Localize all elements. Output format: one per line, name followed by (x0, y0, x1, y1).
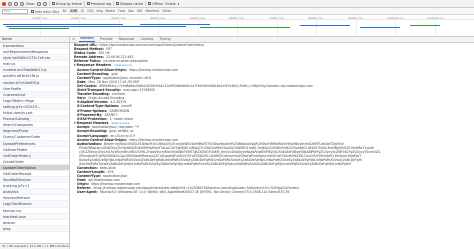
timeline-bar (200, 27, 290, 29)
request-list: transactions unitReplacementResponse style… (0, 43, 69, 232)
view-label: View: (26, 1, 35, 6)
timeline-bar (410, 25, 440, 27)
filter-bar: Filter Hide data URLs All XHR JS CSS Img Medi… (0, 8, 474, 15)
chevron-down-icon: ▾ (177, 1, 180, 6)
toolbar-divider (83, 1, 85, 6)
timeline-gridline (277, 15, 278, 36)
tab-preview[interactable]: Preview (99, 37, 114, 42)
header-value: Mozilla/5.0 (Windows NT 10.0; Win64; x64… (99, 190, 290, 195)
view-source-link[interactable]: view source (114, 63, 132, 67)
triangle-down-icon: ▾ (74, 120, 76, 125)
type-filter-doc[interactable]: Doc (128, 9, 134, 13)
type-filter-img[interactable]: Img (96, 9, 102, 13)
hide-data-urls-checkbox[interactable]: Hide data URLs (31, 9, 59, 14)
type-filter-manifest[interactable]: Manifest (145, 9, 159, 13)
header-value: https://api.mastercaqe.com/services/api/… (99, 43, 205, 47)
type-filter-ws[interactable]: WS (137, 9, 142, 13)
type-filter-font[interactable]: Font (118, 9, 125, 13)
type-filter-css[interactable]: CSS (87, 9, 93, 13)
record-icon[interactable] (2, 1, 6, 6)
toolbar-divider (145, 1, 147, 6)
timeline-overview[interactable]: 10000 ms 20000 ms 30000 ms 40000 ms 50000 ms… (0, 15, 474, 37)
triangle-down-icon: ▾ (74, 63, 76, 68)
timeline-bar (140, 24, 210, 26)
checkbox-icon (86, 2, 90, 5)
throttling-select[interactable]: Online (165, 2, 176, 6)
timeline-gridline (395, 15, 396, 36)
type-filter-js[interactable]: JS (81, 9, 84, 13)
checkbox-icon (116, 2, 120, 5)
type-filter-media[interactable]: Media (106, 9, 116, 13)
offline-checkbox[interactable]: Offline (148, 1, 163, 6)
checkbox-icon (148, 2, 152, 5)
tab-headers[interactable]: Headers (79, 37, 95, 42)
header-value: https://frontop.mastercaqe.com (128, 68, 179, 73)
header-value: gzip, deflate, br (109, 129, 134, 134)
checkbox-icon (31, 9, 34, 13)
toolbar-divider (113, 1, 115, 6)
timeline-bar (300, 25, 350, 27)
request-header-row: User-Agent: Mozilla/5.0 (Windows NT 10.0;… (77, 190, 470, 194)
type-filter-all[interactable]: All (62, 9, 66, 13)
filter-icon[interactable] (14, 1, 18, 6)
timeline-gridline (356, 15, 357, 36)
headers-content: Request URL: https://api.mastercaqe.com/s… (70, 43, 474, 194)
filter-input[interactable]: Filter (2, 8, 28, 14)
request-list-panel: Name transactions unitReplacementResponse… (0, 37, 70, 249)
header-value: https://frontop.mastercaqe.com (128, 137, 179, 142)
header-value: 1; mode=block (109, 116, 134, 121)
header-value: nosniff (121, 104, 132, 109)
clear-icon[interactable] (8, 1, 12, 6)
timeline-gridline (198, 15, 199, 36)
response-headers-title: Response Headers (76, 63, 112, 68)
type-filter-group: All XHR JS CSS Img Media Font Doc WS Manifest Othe… (62, 9, 171, 13)
waterfall-view-icon[interactable] (42, 1, 47, 6)
type-filter-other[interactable]: Other (162, 9, 171, 13)
status-footer: 31 / 58 requests | 31.5 KB / 1.1 MB tran… (0, 243, 69, 249)
header-value: SAMEORIGIN (109, 108, 130, 113)
type-filter-xhr[interactable]: XHR (69, 9, 79, 13)
group-by-frame-label: Group by frame (55, 2, 82, 6)
header-value: JkLmNoPqRsTuVwXyZaBcDeFgHiJkLmNoPqRsTuVw… (79, 161, 352, 166)
checkbox-icon (51, 2, 55, 5)
preserve-log-checkbox[interactable]: Preserve log (86, 1, 112, 6)
request-detail-panel: × Headers Preview Response Cookies Timing Re… (70, 37, 474, 249)
toolbar-divider (48, 1, 50, 6)
tab-list: Headers Preview Response Cookies Timing (79, 37, 171, 42)
group-by-frame-checkbox[interactable]: Group by frame (51, 1, 82, 6)
network-toolbar: View: Group by frame Preserve log Disabl… (0, 0, 474, 8)
search-icon[interactable] (20, 1, 24, 6)
offline-label: Offline (152, 2, 164, 6)
tab-timing[interactable]: Timing (158, 37, 171, 42)
tab-cookies[interactable]: Cookies (139, 37, 154, 42)
timeline-gridline (237, 15, 238, 36)
preserve-log-label: Preserve log (90, 2, 112, 6)
tab-response[interactable]: Response (118, 37, 136, 42)
header-name: User-Agent: (77, 190, 98, 195)
request-headers-title: Request Headers (76, 120, 109, 125)
list-view-icon[interactable] (36, 1, 41, 6)
header-value: max-age=31536000 (123, 88, 156, 93)
close-icon[interactable]: × (72, 37, 75, 42)
disable-cache-label: Disable cache (120, 2, 144, 6)
disable-cache-checkbox[interactable]: Disable cache (116, 1, 143, 6)
view-source-link[interactable]: view source (111, 121, 129, 125)
timeline-bar (360, 27, 400, 29)
hide-data-urls-label: Hide data URLs (35, 9, 60, 14)
timeline-bar (9, 28, 69, 30)
request-row[interactable]: ping (0, 225, 69, 232)
